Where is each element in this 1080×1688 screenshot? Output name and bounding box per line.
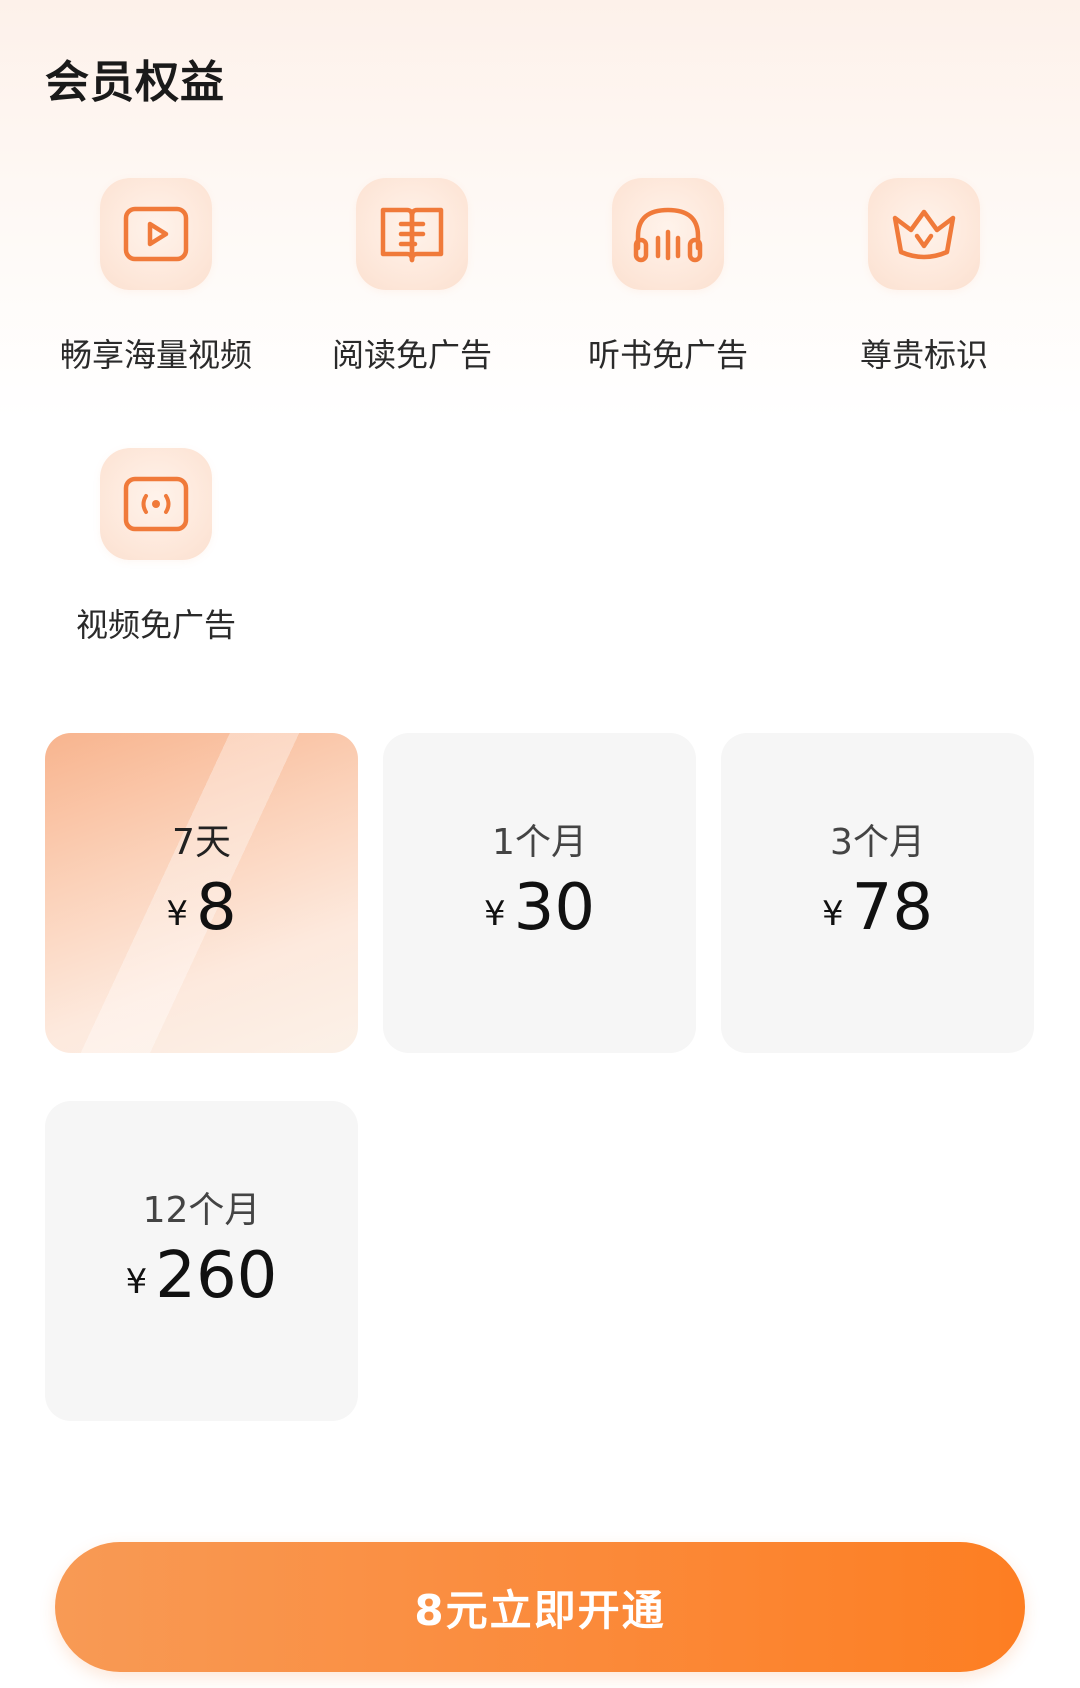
- plan-price: ¥30: [383, 871, 696, 945]
- page-title: 会员权益: [45, 57, 225, 108]
- plan-card-1month[interactable]: 1个月 ¥30: [383, 733, 696, 1053]
- plan-price: ¥8: [45, 871, 358, 945]
- plan-price: ¥260: [45, 1239, 358, 1313]
- crown-icon: [868, 178, 980, 290]
- benefit-label: 视频免广告: [75, 606, 236, 644]
- currency-symbol: ¥: [483, 894, 506, 934]
- plan-duration: 3个月: [830, 822, 925, 863]
- benefit-label: 畅享海量视频: [59, 336, 252, 374]
- price-value: 260: [155, 1239, 278, 1313]
- subscribe-button[interactable]: 8元立即开通: [55, 1542, 1025, 1672]
- benefit-item-badge[interactable]: 尊贵标识: [794, 178, 1054, 376]
- plan-card-12months[interactable]: 12个月 ¥260: [45, 1101, 358, 1421]
- plan-card-7days[interactable]: 7天 ¥8: [45, 733, 358, 1053]
- plan-duration: 12个月: [142, 1190, 261, 1231]
- benefit-item-video[interactable]: 畅享海量视频: [26, 178, 286, 376]
- broadcast-icon: [100, 448, 212, 560]
- currency-symbol: ¥: [125, 1262, 148, 1302]
- video-play-icon: [100, 178, 212, 290]
- currency-symbol: ¥: [166, 894, 188, 934]
- benefit-label: 阅读免广告: [331, 336, 492, 374]
- benefit-item-reading[interactable]: 阅读免广告: [282, 178, 542, 376]
- price-value: 8: [195, 871, 237, 945]
- plan-duration: 7天: [172, 822, 231, 863]
- price-value: 30: [513, 871, 596, 945]
- benefit-item-audiobook[interactable]: 听书免广告: [538, 178, 798, 376]
- book-icon: [356, 178, 468, 290]
- benefit-label: 尊贵标识: [859, 336, 988, 374]
- headphones-icon: [612, 178, 724, 290]
- plan-price: ¥78: [721, 871, 1034, 945]
- price-value: 78: [851, 871, 934, 945]
- plan-card-3months[interactable]: 3个月 ¥78: [721, 733, 1034, 1053]
- benefit-label: 听书免广告: [587, 336, 748, 374]
- benefit-item-video-no-ads[interactable]: 视频免广告: [26, 448, 286, 646]
- plan-duration: 1个月: [492, 822, 587, 863]
- currency-symbol: ¥: [821, 894, 844, 934]
